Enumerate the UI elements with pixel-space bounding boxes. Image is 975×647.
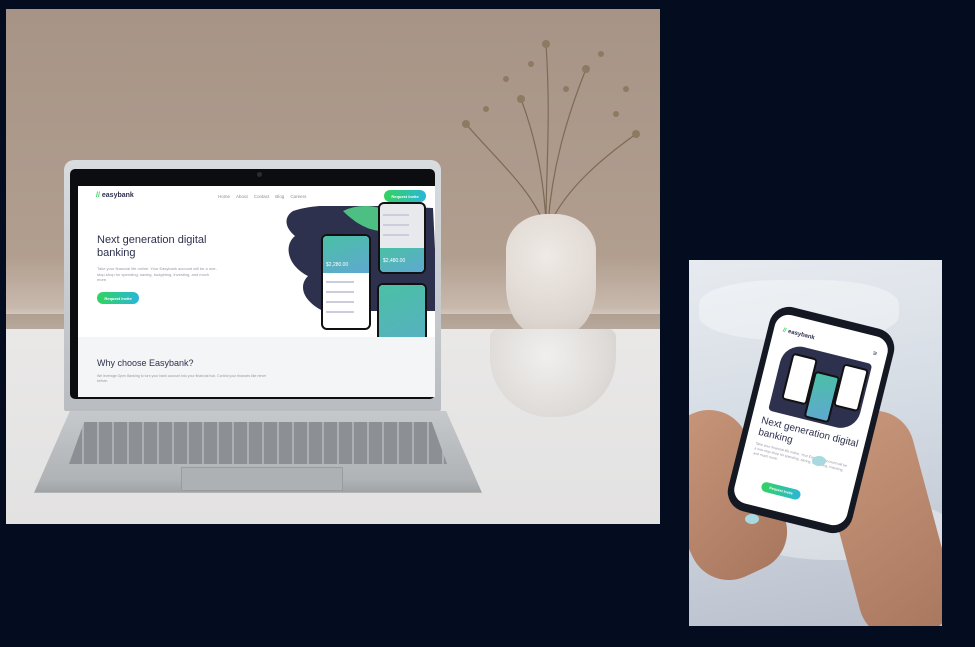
hero-phone-top: $2,480.00: [378, 202, 426, 274]
hero-request-invite-button[interactable]: Request Invite: [97, 292, 139, 304]
webcam-icon: [257, 172, 262, 177]
nav-about[interactable]: About: [236, 194, 248, 199]
mobile-hero-illustration: [768, 342, 873, 433]
laptop-trackpad: [181, 467, 343, 491]
logo-mark-icon: //: [96, 192, 100, 199]
hero-text: Take your financial life online. Your Ea…: [97, 266, 217, 282]
nav-careers[interactable]: Careers: [290, 194, 306, 199]
balance-amount-right: $2,480.00: [383, 258, 406, 264]
laptop-keyboard: [69, 422, 447, 464]
fingernail: [812, 456, 826, 466]
mobile-request-invite-button[interactable]: Request Invite: [760, 481, 802, 501]
laptop-lid: //easybank Home About Contact Blog Caree…: [64, 160, 441, 411]
laptop-screen-website: //easybank Home About Contact Blog Caree…: [78, 186, 435, 397]
hero-title: Next generation digital banking: [97, 234, 207, 259]
nav-blog[interactable]: Blog: [275, 194, 284, 199]
mobile-mockup-photo: //easybank ≡ Next generation digital ban…: [689, 260, 942, 626]
nav-contact[interactable]: Contact: [254, 194, 270, 199]
laptop-mockup-photo: //easybank Home About Contact Blog Caree…: [6, 9, 660, 524]
hamburger-menu-icon[interactable]: ≡: [872, 350, 878, 358]
balance-amount-left: $2,280.00: [326, 262, 349, 268]
fingernail: [745, 514, 759, 524]
hero-phone-left: $2,280.00: [321, 234, 371, 330]
site-nav: Home About Contact Blog Careers: [218, 194, 306, 199]
why-title: Why choose Easybank?: [97, 358, 194, 368]
site-logo-text: easybank: [101, 192, 134, 199]
site-logo[interactable]: //easybank: [96, 192, 134, 199]
mobile-site-logo-text: easybank: [787, 328, 816, 342]
mobile-site-logo[interactable]: //easybank: [782, 328, 815, 342]
nav-home[interactable]: Home: [218, 194, 230, 199]
why-text: We leverage Open Banking to turn your ba…: [97, 374, 267, 383]
vase-decoration: [506, 214, 596, 334]
laptop-bezel: //easybank Home About Contact Blog Caree…: [70, 169, 435, 399]
dried-flowers-decoration: [462, 40, 640, 225]
header-request-invite-button[interactable]: Request Invite: [384, 190, 426, 202]
